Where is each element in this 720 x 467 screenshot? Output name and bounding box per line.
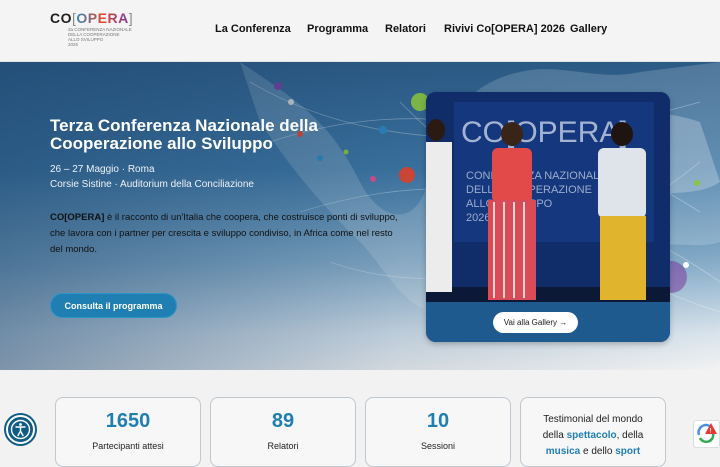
hero-description: CO[OPERA] è il racconto di un'Italia che…: [50, 212, 398, 255]
gallery-photo-card: CO[OPERA] CONFERENZA NAZIONALE DELLA COO…: [426, 92, 670, 342]
recaptcha-badge[interactable]: !: [693, 420, 720, 448]
vai-alla-gallery-button[interactable]: Vai alla Gallery →: [493, 312, 578, 333]
stat-card-partecipanti: 1650 Partecipanti attesi: [55, 397, 201, 467]
conference-stage-photo: CO[OPERA] CONFERENZA NAZIONALE DELLA COO…: [426, 92, 670, 302]
event-date: 26 – 27 Maggio · Roma: [50, 164, 155, 175]
stat-card-testimonial: Testimonial del mondo della spettacolo, …: [520, 397, 666, 467]
nav-item-la-conferenza[interactable]: La Conferenza: [215, 23, 291, 35]
stat-card-relatori: 89 Relatori: [210, 397, 356, 467]
hero-title: Terza Conferenza Nazionale della Coopera…: [50, 116, 318, 153]
main-navigation: La Conferenza Programma Relatori Rivivi …: [0, 23, 720, 39]
recaptcha-icon: !: [697, 423, 717, 444]
stage-scene-image: CO[OPERA] CONFERENZA NAZIONALE DELLA COO…: [426, 92, 670, 302]
testimonial-text: Testimonial del mondo della spettacolo, …: [542, 414, 644, 457]
stage-screen-line-1: CONFERENZA NAZIONALE: [466, 170, 607, 182]
accessibility-button[interactable]: [6, 415, 35, 444]
svg-text:!: !: [710, 429, 712, 435]
nav-item-gallery[interactable]: Gallery: [570, 23, 607, 35]
consulta-programma-button[interactable]: Consulta il programma: [50, 293, 177, 318]
stat-value: 1650: [105, 410, 151, 432]
nav-item-programma[interactable]: Programma: [307, 23, 368, 35]
stat-value: 10: [426, 410, 450, 432]
nav-item-relatori[interactable]: Relatori: [385, 23, 426, 35]
stat-value: 89: [271, 410, 295, 432]
event-venue: Corsie Sistine · Auditorium della Concil…: [50, 179, 254, 190]
stage-screen-title: CO[OPERA]: [461, 116, 628, 149]
site-header: CO[OPERA] 3a CONFERENZA NAZIONALE DELLA …: [0, 0, 720, 62]
stat-card-sessioni: 10 Sessioni: [365, 397, 511, 467]
stage-screen-line-4: 2026: [466, 212, 490, 224]
accessibility-icon: [10, 419, 31, 440]
nav-item-rivivi[interactable]: Rivivi Co[OPERA] 2026: [444, 23, 565, 35]
